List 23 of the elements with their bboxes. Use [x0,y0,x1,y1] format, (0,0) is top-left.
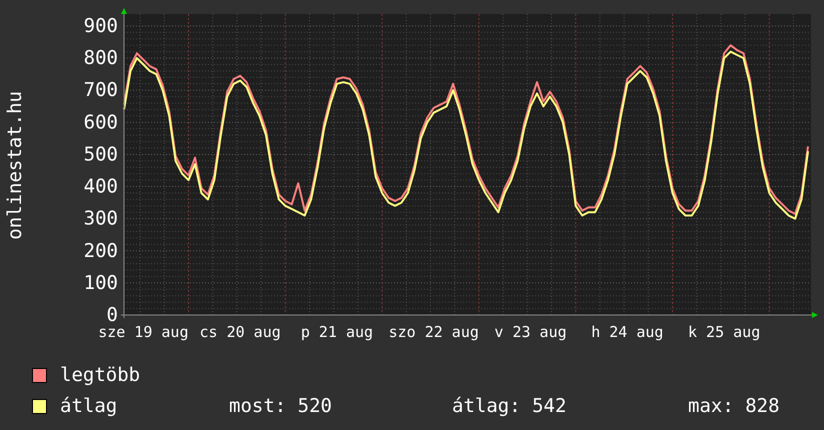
axis-tick-label: cs 20 aug [200,323,281,341]
axis-tick-label: 500 [84,143,118,166]
axis-tick-label: 800 [84,47,118,70]
legend-label: átlag [60,395,118,417]
axis-title: onlinestat.hu [4,90,26,240]
axis-tick-label: 600 [84,111,118,134]
legend-stat: most: 520 [229,395,333,417]
axis-tick-label: 200 [84,240,118,262]
axis-tick-label: 400 [84,176,118,198]
legend-label: legtöbb [60,364,142,386]
legend-stat: max: 828 [688,395,781,417]
legend-stat: átlag: 542 [452,395,568,417]
axis-tick-label: szo 22 aug [388,323,479,341]
axis-tick-label: sze 19 aug [98,323,189,341]
axis-tick-label: 0 [106,304,118,326]
axis-tick-label: k 25 aug [688,323,760,341]
axis-tick-label: 300 [84,208,118,230]
axis-tick-label: p 21 aug [300,323,374,341]
axis-tick-label: 100 [84,272,118,294]
axis-tick-label: 700 [84,79,118,102]
axis-tick-label: v 23 aug [494,323,567,341]
axis-tick-label: 900 [84,15,118,37]
axis-tick-label: h 24 aug [591,323,664,341]
